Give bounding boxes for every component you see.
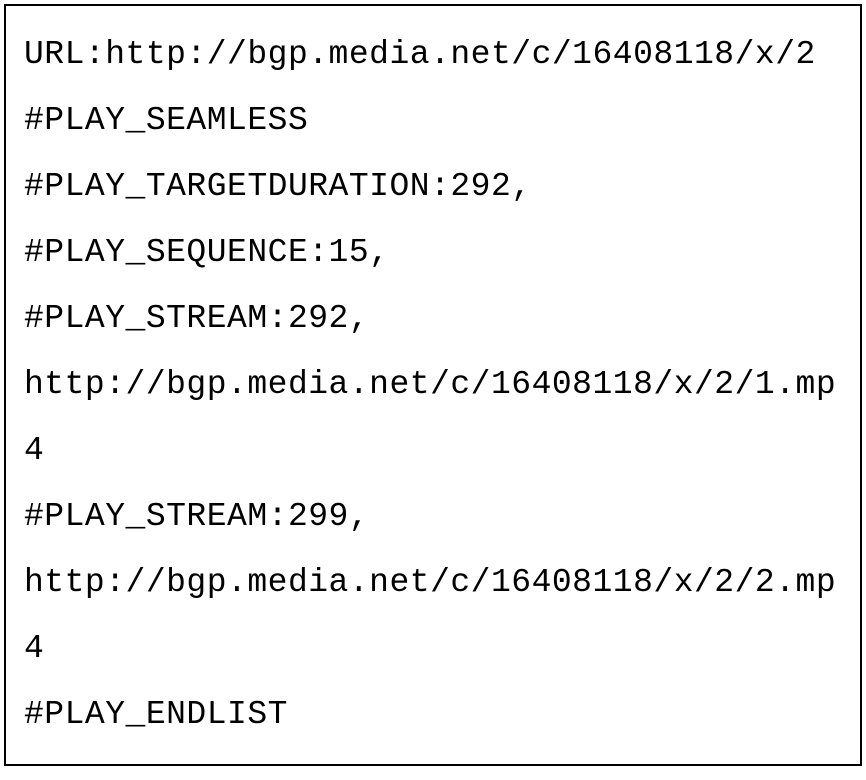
play-targetduration-line: #PLAY_TARGETDURATION:292, — [24, 154, 842, 220]
play-sequence-line: #PLAY_SEQUENCE:15, — [24, 220, 842, 286]
stream-url-1-line: http://bgp.media.net/c/16408118/x/2/1.mp… — [24, 352, 842, 484]
stream-url-2-line: http://bgp.media.net/c/16408118/x/2/2.mp… — [24, 550, 842, 682]
play-endlist-line: #PLAY_ENDLIST — [24, 682, 842, 748]
url-line: URL:http://bgp.media.net/c/16408118/x/2 — [24, 22, 842, 88]
play-stream-1-line: #PLAY_STREAM:292, — [24, 286, 842, 352]
play-stream-2-line: #PLAY_STREAM:299, — [24, 484, 842, 550]
playlist-box: URL:http://bgp.media.net/c/16408118/x/2 … — [4, 4, 862, 766]
play-seamless-line: #PLAY_SEAMLESS — [24, 88, 842, 154]
